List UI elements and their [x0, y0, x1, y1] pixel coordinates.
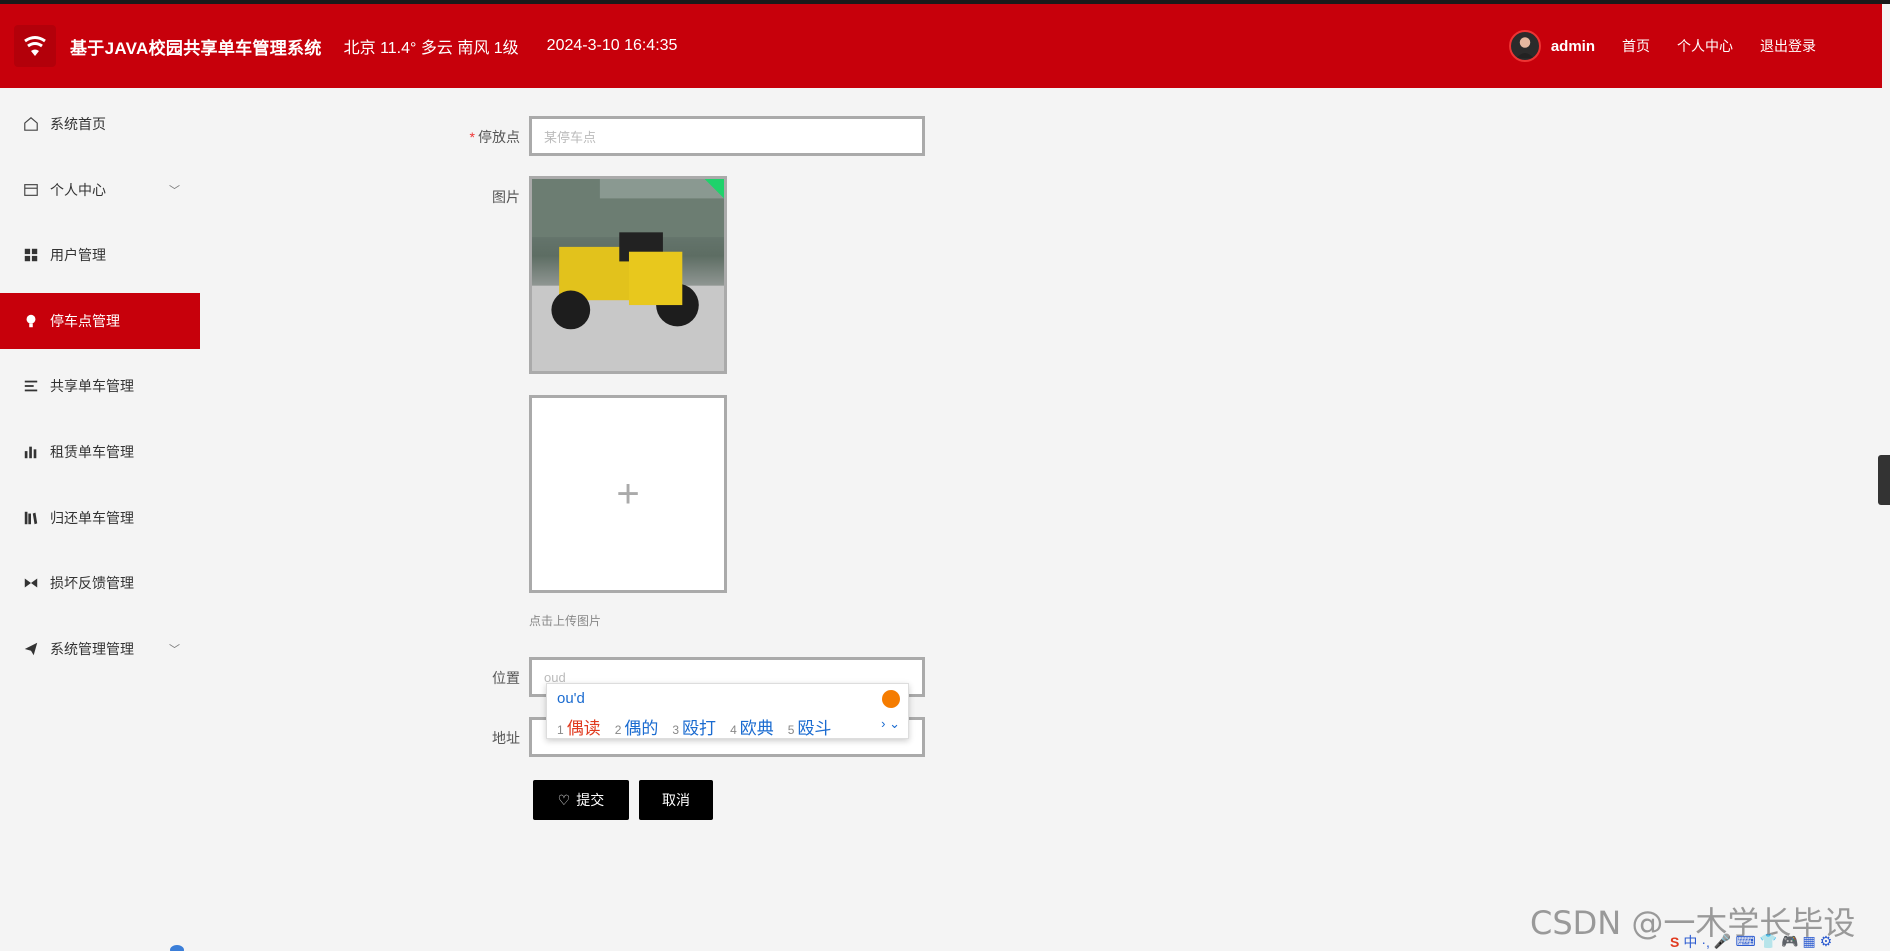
logo-icon: [14, 25, 56, 67]
bar-chart-icon: [22, 443, 40, 461]
image-label: 图片: [492, 189, 520, 205]
chevron-down-icon[interactable]: ﹀: [169, 641, 180, 657]
bow-icon: [22, 574, 40, 592]
logout-link[interactable]: 退出登录: [1760, 36, 1816, 56]
ime-logo-icon: [882, 690, 900, 708]
sidebar-item-home[interactable]: 系统首页: [0, 96, 200, 152]
submit-label: 提交: [576, 792, 605, 808]
ime-more-icon[interactable]: › ⌄: [881, 716, 900, 732]
sidebar-item-label: 归还单车管理: [50, 509, 134, 526]
toolbox-icon[interactable]: ▦: [1802, 933, 1815, 950]
heart-icon: ♡: [557, 791, 571, 808]
top-header: 基于JAVA校园共享单车管理系统 北京 11.4° 多云 南风 1级 2024-…: [0, 4, 1882, 88]
settings-icon[interactable]: ⚙: [1820, 933, 1833, 950]
bulb-icon: [22, 312, 40, 330]
uploaded-image[interactable]: [529, 176, 727, 374]
home-link[interactable]: 首页: [1622, 36, 1650, 56]
grid-icon: [22, 246, 40, 264]
side-collapse-tab[interactable]: [1878, 455, 1890, 505]
cancel-button[interactable]: 取消: [639, 780, 713, 820]
parking-label: * 停放点: [469, 129, 520, 145]
sidebar-item-parking[interactable]: 停车点管理: [0, 292, 200, 349]
ime-candidate[interactable]: 5 殴斗: [788, 714, 832, 739]
scooter-photo: [532, 179, 724, 371]
profile-link[interactable]: 个人中心: [1677, 36, 1733, 56]
sidebar-item-rentals[interactable]: 租赁单车管理: [0, 424, 200, 480]
header-user-area: admin 首页 个人中心 退出登录: [1508, 4, 1838, 88]
sidebar-item-label: 损坏反馈管理: [50, 575, 134, 592]
ime-lang-icon[interactable]: 中: [1683, 932, 1697, 951]
weather-info: 北京 11.4° 多云 南风 1级: [343, 40, 519, 57]
sidebar: 系统首页 个人中心 ﹀ 用户管理 停车点管理 共享单车管理 租赁单车管理 归还单…: [0, 96, 200, 686]
sidebar-item-profile[interactable]: 个人中心 ﹀: [0, 162, 200, 218]
submit-button[interactable]: ♡ 提交: [533, 780, 629, 820]
sidebar-item-label: 系统首页: [50, 116, 106, 132]
ime-candidate-window: ou'd 1 偶读 2 偶的 3 殴打 4 欧典 5 殴斗 › ⌄: [546, 683, 909, 739]
sidebar-item-bikes[interactable]: 共享单车管理: [0, 358, 200, 414]
skin-icon[interactable]: 👕: [1760, 933, 1777, 950]
chevron-down-icon[interactable]: ﹀: [169, 182, 180, 198]
ime-punct-icon[interactable]: ·,: [1701, 934, 1710, 950]
sidebar-item-returns[interactable]: 归还单车管理: [0, 490, 200, 546]
sogou-icon[interactable]: S: [1670, 934, 1679, 950]
ime-candidates: 1 偶读 2 偶的 3 殴打 4 欧典 5 殴斗: [557, 714, 845, 739]
keyboard-icon[interactable]: ⌨: [1735, 933, 1755, 950]
ime-composition: ou'd: [557, 690, 585, 707]
location-label: 位置: [492, 670, 520, 686]
scroll-indicator: [170, 945, 184, 951]
sidebar-item-label: 共享单车管理: [50, 378, 134, 395]
system-title: 基于JAVA校园共享单车管理系统: [70, 38, 322, 58]
ime-toolbar: S 中 ·, 🎤 ⌨ 👕 🎮 ▦ ⚙: [1670, 932, 1890, 951]
ime-candidate[interactable]: 1 偶读: [557, 714, 601, 739]
upload-hint: 点击上传图片: [529, 614, 602, 628]
home-icon: [22, 115, 40, 133]
game-icon[interactable]: 🎮: [1781, 933, 1798, 950]
parking-placeholder: 某停车点: [544, 129, 597, 145]
sidebar-item-label: 系统管理管理: [50, 640, 134, 657]
datetime: 2024-3-10 16:4:35: [546, 37, 678, 54]
sidebar-item-feedback[interactable]: 损坏反馈管理: [0, 555, 200, 611]
books-icon: [22, 509, 40, 527]
send-icon: [22, 640, 40, 658]
microphone-icon[interactable]: 🎤: [1714, 933, 1731, 950]
ime-candidate[interactable]: 4 欧典: [730, 714, 774, 739]
sidebar-item-system[interactable]: 系统管理管理 ﹀: [0, 621, 200, 677]
ime-candidate[interactable]: 2 偶的: [615, 714, 659, 739]
address-label: 地址: [492, 730, 520, 746]
sidebar-item-label: 个人中心: [50, 181, 106, 198]
sidebar-item-users[interactable]: 用户管理: [0, 227, 200, 283]
plus-icon: +: [616, 471, 640, 516]
upload-button[interactable]: +: [529, 395, 727, 593]
required-mark: *: [469, 129, 475, 145]
list-icon: [22, 377, 40, 395]
avatar[interactable]: [1508, 30, 1541, 62]
parking-input[interactable]: 某停车点: [529, 116, 925, 156]
id-card-icon: [22, 181, 40, 199]
sidebar-item-label: 停车点管理: [50, 312, 120, 329]
ime-candidate[interactable]: 3 殴打: [672, 714, 716, 739]
username[interactable]: admin: [1551, 38, 1595, 55]
sidebar-item-label: 用户管理: [50, 247, 106, 264]
sidebar-item-label: 租赁单车管理: [50, 443, 134, 460]
